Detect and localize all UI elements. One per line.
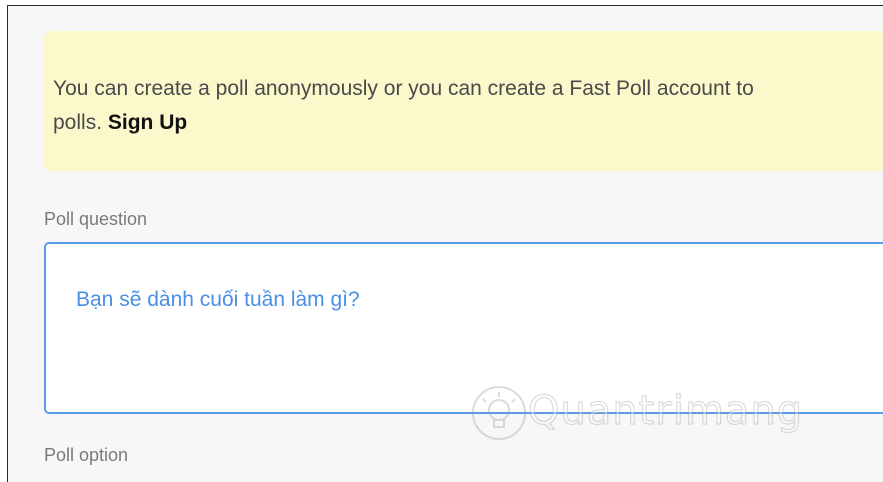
poll-form-panel: You can create a poll anonymously or you… — [7, 5, 883, 482]
poll-option-label: Poll option — [44, 445, 129, 465]
notice-line-2: polls. Sign Up — [53, 106, 883, 140]
notice-line-1: You can create a poll anonymously or you… — [53, 77, 754, 100]
notice-line-2-prefix: polls. — [53, 111, 108, 134]
poll-question-value: Bạn sẽ dành cuối tuần làm gì? — [76, 288, 360, 311]
poll-question-label: Poll question — [44, 209, 148, 229]
poll-question-input[interactable]: Bạn sẽ dành cuối tuần làm gì? — [44, 242, 883, 414]
notice-text: You can create a poll anonymously or you… — [53, 72, 883, 140]
sign-up-link[interactable]: Sign Up — [108, 111, 187, 134]
